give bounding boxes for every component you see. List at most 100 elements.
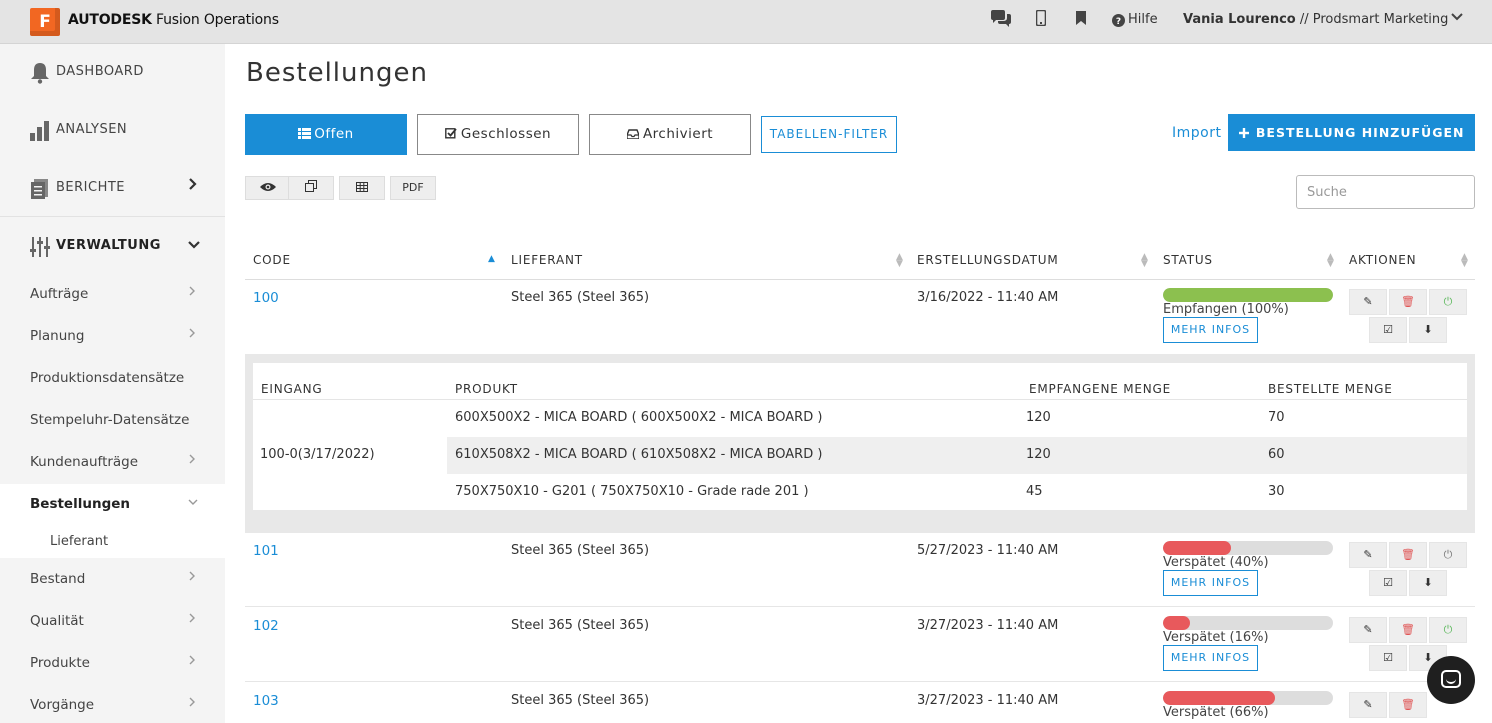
column-header-aktionen: AKTIONEN <box>1349 253 1417 267</box>
tab-archiviert[interactable]: Archiviert <box>589 114 751 155</box>
power-icon[interactable]: ⏻ <box>1429 617 1467 643</box>
sidebar-item-planung[interactable]: Planung <box>0 316 225 358</box>
column-header-lieferant[interactable]: LIEFERANT <box>511 253 583 267</box>
chevron-right-icon <box>188 613 196 626</box>
progress-bar <box>1163 541 1333 555</box>
sidebar-item-berichte[interactable]: BERICHTE <box>0 160 225 218</box>
product-cell: 600X500X2 - MICA BOARD ( 600X500X2 - MIC… <box>455 410 823 425</box>
trash-icon[interactable]: 🗑 <box>1389 617 1427 643</box>
more-info-button[interactable]: MEHR INFOS <box>1163 570 1258 596</box>
check-square-icon[interactable]: ☑ <box>1369 317 1407 343</box>
check-square-icon[interactable]: ☑ <box>1369 570 1407 596</box>
more-info-button[interactable]: MEHR INFOS <box>1163 317 1258 343</box>
sidebar-item-analysen[interactable]: ANALYSEN <box>0 102 225 160</box>
trash-icon[interactable]: 🗑 <box>1389 289 1427 315</box>
sidebar-label: Kundenaufträge <box>30 454 139 470</box>
help-icon[interactable]: ? <box>1112 12 1125 32</box>
sidebar-label: Planung <box>30 328 85 344</box>
edit-icon[interactable]: ✎ <box>1349 289 1387 315</box>
column-header-datum[interactable]: ERSTELLUNGSDATUM <box>917 253 1058 267</box>
chat-icon[interactable] <box>990 10 1012 33</box>
sort-icon[interactable]: ▲ ▼ <box>896 253 903 269</box>
sidebar-label: Aufträge <box>30 286 89 302</box>
column-header-status[interactable]: STATUS <box>1163 253 1213 267</box>
date-cell: 3/16/2022 - 11:40 AM <box>917 290 1059 305</box>
sidebar-item-lieferant[interactable]: Lieferant <box>0 526 225 558</box>
sort-icon[interactable]: ▲ ▼ <box>1141 253 1148 269</box>
sidebar-item-auftraege[interactable]: Aufträge <box>0 274 225 316</box>
chevron-right-icon <box>188 697 196 710</box>
sidebar-item-qualitaet[interactable]: Qualität <box>0 601 225 643</box>
sort-icon[interactable]: ▲ ▼ <box>1461 253 1468 269</box>
download-icon[interactable]: ⬇ <box>1409 570 1447 596</box>
status-text: Empfangen (100%) <box>1163 302 1289 317</box>
brand-product: Fusion Operations <box>151 12 279 28</box>
user-name: Vania Lourenco <box>1183 12 1296 27</box>
brand-bold: AUTODESK <box>68 12 152 28</box>
power-icon[interactable]: ⏻ <box>1429 542 1467 568</box>
received-qty: 45 <box>1026 484 1043 499</box>
chevron-down-icon <box>188 238 200 254</box>
sidebar-item-dashboard[interactable]: DASHBOARD <box>0 44 225 102</box>
import-link[interactable]: Import <box>1172 125 1221 141</box>
column-header-code[interactable]: CODE <box>253 253 291 267</box>
eye-icon[interactable] <box>245 176 291 200</box>
ordered-qty: 70 <box>1268 410 1285 425</box>
tab-offen[interactable]: Offen <box>245 114 407 155</box>
sidebar-label: Bestand <box>30 571 86 587</box>
product-cell: 750X750X10 - G201 ( 750X750X10 - Grade r… <box>455 484 809 499</box>
progress-bar <box>1163 616 1333 630</box>
sidebar-item-stempeluhr[interactable]: Stempeluhr-Datensätze <box>0 400 225 442</box>
sidebar-item-kundenauftraege[interactable]: Kundenaufträge <box>0 442 225 484</box>
pdf-button[interactable]: PDF <box>390 176 436 200</box>
plus-icon <box>1238 128 1249 138</box>
edit-icon[interactable]: ✎ <box>1349 617 1387 643</box>
user-menu[interactable]: Vania Lourenco // Prodsmart Marketing <box>1183 12 1448 27</box>
column-header-bestellt: BESTELLTE MENGE <box>1268 382 1393 396</box>
sidebar-item-produktionsdatensaetze[interactable]: Produktionsdatensätze <box>0 358 225 400</box>
sidebar-item-bestand[interactable]: Bestand <box>0 559 225 601</box>
sidebar-item-vorgaenge[interactable]: Vorgänge <box>0 685 225 723</box>
order-code-link[interactable]: 103 <box>253 693 279 709</box>
order-code-link[interactable]: 102 <box>253 618 279 634</box>
trash-icon[interactable]: 🗑 <box>1389 692 1427 718</box>
sidebar-item-verwaltung[interactable]: VERWALTUNG <box>0 218 225 276</box>
chat-launcher-button[interactable] <box>1427 656 1475 704</box>
chevron-right-icon <box>188 286 196 299</box>
inbox-icon <box>626 129 640 140</box>
search-input[interactable] <box>1296 175 1475 209</box>
table-row: 600X500X2 - MICA BOARD ( 600X500X2 - MIC… <box>447 400 1467 437</box>
order-code-link[interactable]: 101 <box>253 543 279 559</box>
bookmark-icon[interactable] <box>1076 10 1086 30</box>
sidebar-label: Vorgänge <box>30 697 95 713</box>
copy-icon[interactable] <box>288 176 334 200</box>
power-icon[interactable]: ⏻ <box>1429 289 1467 315</box>
row-divider <box>245 606 1475 607</box>
table-filter-button[interactable]: TABELLEN-FILTER <box>761 116 897 153</box>
svg-text:?: ? <box>1116 17 1121 27</box>
check-square-icon[interactable]: ☑ <box>1369 645 1407 671</box>
download-icon[interactable]: ⬇ <box>1409 317 1447 343</box>
help-link[interactable]: Hilfe <box>1128 12 1158 27</box>
progress-fill <box>1163 288 1333 302</box>
edit-icon[interactable]: ✎ <box>1349 542 1387 568</box>
tab-geschlossen[interactable]: Geschlossen <box>417 114 579 155</box>
chevron-right-icon <box>188 655 196 668</box>
trash-icon[interactable]: 🗑 <box>1389 542 1427 568</box>
chevron-down-icon[interactable] <box>1451 10 1463 26</box>
sort-asc-icon[interactable]: ▲ <box>488 254 495 264</box>
table-icon[interactable] <box>339 176 385 200</box>
mobile-icon[interactable] <box>1035 9 1047 31</box>
sort-icon[interactable]: ▲ ▼ <box>1327 253 1334 269</box>
order-code-link[interactable]: 100 <box>253 290 279 306</box>
progress-fill <box>1163 616 1191 630</box>
add-order-button[interactable]: BESTELLUNG HINZUFÜGEN <box>1228 114 1475 151</box>
fusion-logo[interactable]: F <box>30 8 60 36</box>
brand-name: AUTODESK Fusion Operations <box>68 12 279 28</box>
sidebar-item-produkte[interactable]: Produkte <box>0 643 225 685</box>
supplier-cell: Steel 365 (Steel 365) <box>511 290 650 305</box>
receipts-table: EINGANG PRODUKT EMPFANGENE MENGE BESTELL… <box>253 363 1467 510</box>
more-info-button[interactable]: MEHR INFOS <box>1163 645 1258 671</box>
edit-icon[interactable]: ✎ <box>1349 692 1387 718</box>
sidebar-item-bestellungen[interactable]: Bestellungen <box>0 484 225 526</box>
